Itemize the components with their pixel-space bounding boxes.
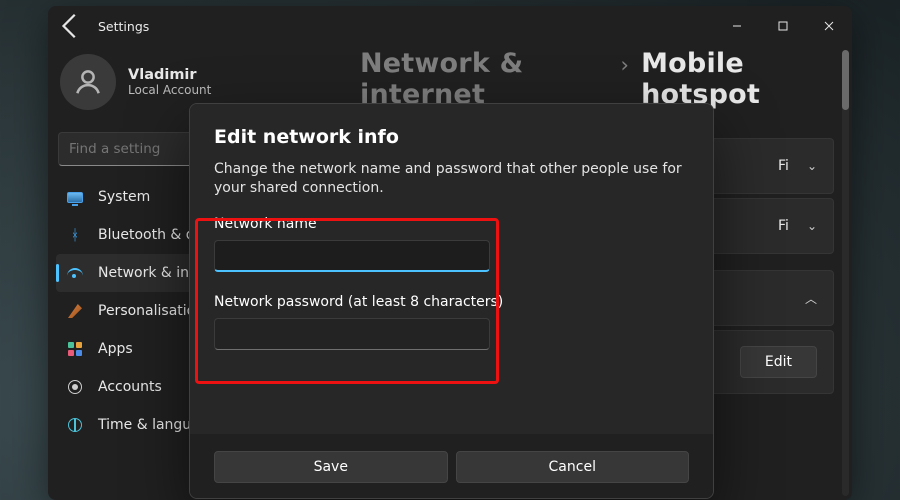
back-button[interactable]: [56, 11, 86, 41]
network-name-label: Network name: [214, 216, 689, 232]
avatar: [60, 54, 116, 110]
card-value: Fi: [778, 218, 789, 234]
brush-icon: [66, 302, 84, 320]
maximize-button[interactable]: [760, 6, 806, 46]
edit-button[interactable]: Edit: [740, 346, 817, 378]
chevron-right-icon: ›: [621, 53, 630, 77]
breadcrumb: Network & internet › Mobile hotspot: [360, 48, 834, 110]
dialog-title: Edit network info: [214, 126, 689, 148]
chevron-down-icon: ⌄: [807, 159, 817, 173]
save-button[interactable]: Save: [214, 451, 448, 483]
dialog-subtitle: Change the network name and password tha…: [214, 160, 689, 198]
user-icon: [66, 378, 84, 396]
scrollbar-thumb[interactable]: [842, 50, 849, 110]
sidebar-item-label: Apps: [98, 341, 133, 357]
scrollbar[interactable]: [842, 50, 849, 496]
cancel-button[interactable]: Cancel: [456, 451, 690, 483]
page-title: Mobile hotspot: [641, 48, 834, 110]
sidebar-item-label: System: [98, 189, 150, 205]
chevron-down-icon: ⌄: [807, 219, 817, 233]
minimize-button[interactable]: [714, 6, 760, 46]
apps-icon: [66, 340, 84, 358]
close-button[interactable]: [806, 6, 852, 46]
network-password-input[interactable]: [214, 318, 490, 350]
card-value: Fi: [778, 158, 789, 174]
chevron-up-icon: ︿: [805, 290, 817, 307]
titlebar: Settings: [48, 6, 852, 46]
globe-icon: [66, 416, 84, 434]
breadcrumb-parent[interactable]: Network & internet: [360, 48, 609, 110]
edit-network-dialog: Edit network info Change the network nam…: [189, 103, 714, 499]
sidebar-item-label: Accounts: [98, 379, 162, 395]
bluetooth-icon: ᚼ: [66, 226, 84, 244]
network-password-label: Network password (at least 8 characters): [214, 294, 689, 310]
profile-subtitle: Local Account: [128, 83, 211, 97]
wifi-icon: [66, 264, 84, 282]
profile-name: Vladimir: [128, 67, 211, 83]
monitor-icon: [66, 188, 84, 206]
network-name-input[interactable]: [214, 240, 490, 272]
window-title: Settings: [98, 19, 149, 34]
